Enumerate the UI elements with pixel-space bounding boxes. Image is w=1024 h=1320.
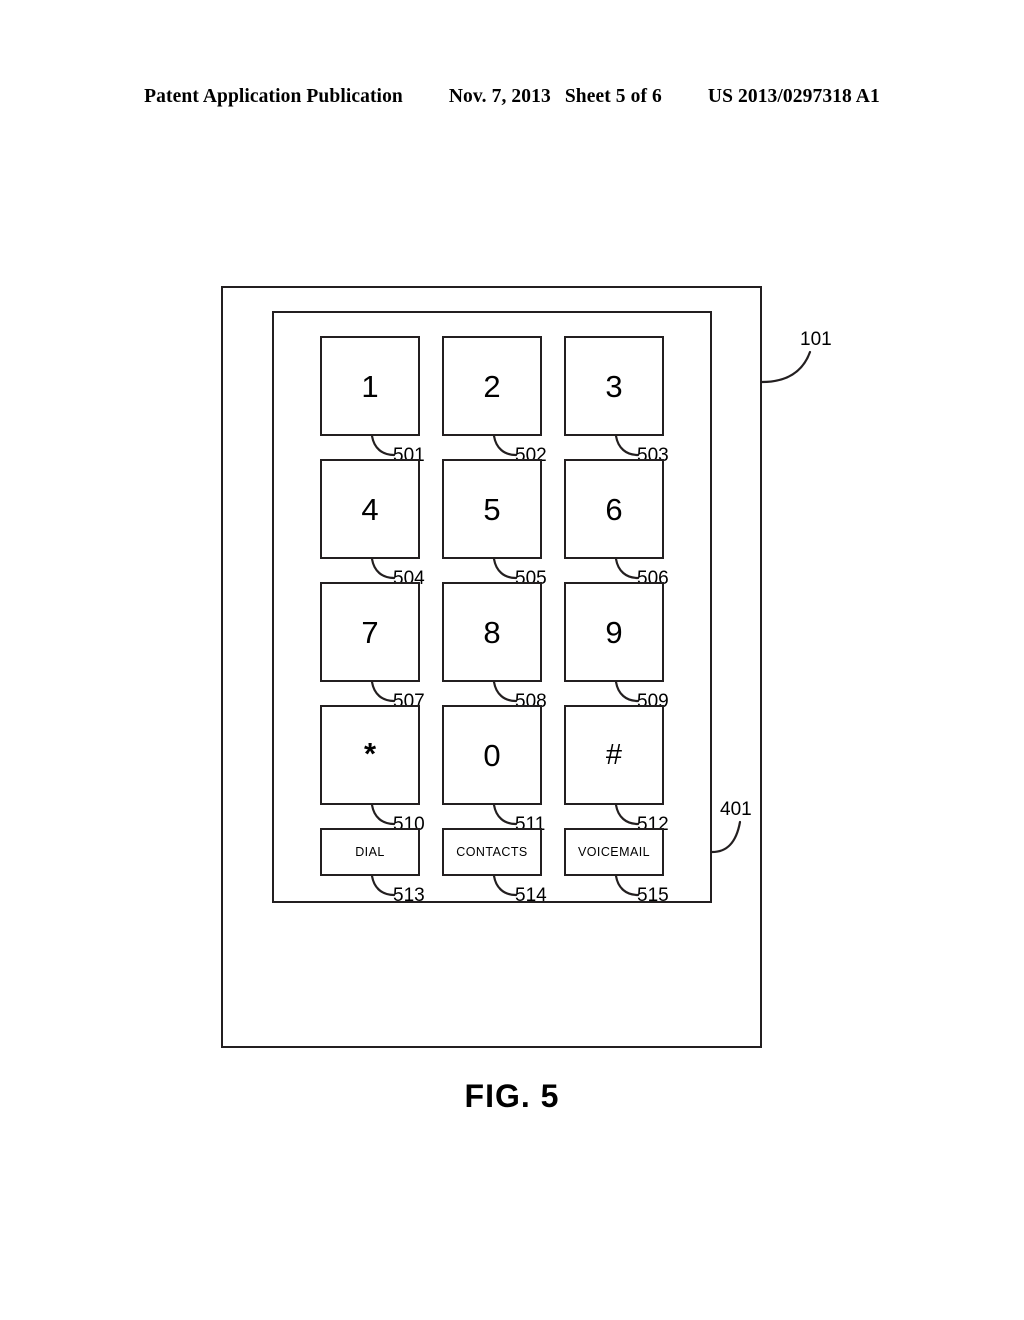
- key-label: 8: [483, 614, 501, 650]
- reference-callout-401: 401: [710, 800, 852, 880]
- figure-5-drawing: 1 501 2 502 3 503 4 504 5 505 6 506 7 507 8 508 9 509 * 510…: [0, 0, 1024, 1320]
- key-button-3[interactable]: 3: [564, 336, 664, 436]
- key-label: 4: [361, 491, 379, 527]
- key-button-contacts[interactable]: CONTACTS: [442, 828, 542, 876]
- key-button-7[interactable]: 7: [320, 582, 420, 682]
- key-button-5[interactable]: 5: [442, 459, 542, 559]
- figure-caption: FIG. 5: [464, 1078, 560, 1114]
- key-label: 5: [483, 491, 501, 527]
- key-label: #: [605, 738, 623, 771]
- key-label: 7: [361, 614, 379, 650]
- leader-line-401: [710, 820, 742, 854]
- key-label: 1: [361, 368, 379, 404]
- key-button-[interactable]: #: [564, 705, 664, 805]
- key-button-6[interactable]: 6: [564, 459, 664, 559]
- key-label: DIAL: [355, 844, 385, 859]
- key-button-2[interactable]: 2: [442, 336, 542, 436]
- key-button-4[interactable]: 4: [320, 459, 420, 559]
- key-label: 0: [483, 737, 501, 773]
- key-label: CONTACTS: [456, 844, 528, 859]
- key-label: 2: [483, 368, 501, 404]
- key-label: VOICEMAIL: [577, 844, 651, 859]
- key-label: 3: [605, 368, 623, 404]
- leader-line-101: [760, 350, 812, 384]
- key-button-8[interactable]: 8: [442, 582, 542, 682]
- key-button-[interactable]: *: [320, 705, 420, 805]
- key-button-1[interactable]: 1: [320, 336, 420, 436]
- dialer-keypad-grid: 1 501 2 502 3 503 4 504 5 505 6 506 7 507 8 508 9 509 * 510…: [320, 336, 669, 905]
- key-button-9[interactable]: 9: [564, 582, 664, 682]
- reference-callout-101: 101: [760, 330, 902, 410]
- key-label: 9: [605, 614, 623, 650]
- key-label: *: [363, 735, 377, 771]
- key-label: 6: [605, 491, 623, 527]
- key-button-dial[interactable]: DIAL: [320, 828, 420, 876]
- key-button-0[interactable]: 0: [442, 705, 542, 805]
- key-button-voicemail[interactable]: VOICEMAIL: [564, 828, 664, 876]
